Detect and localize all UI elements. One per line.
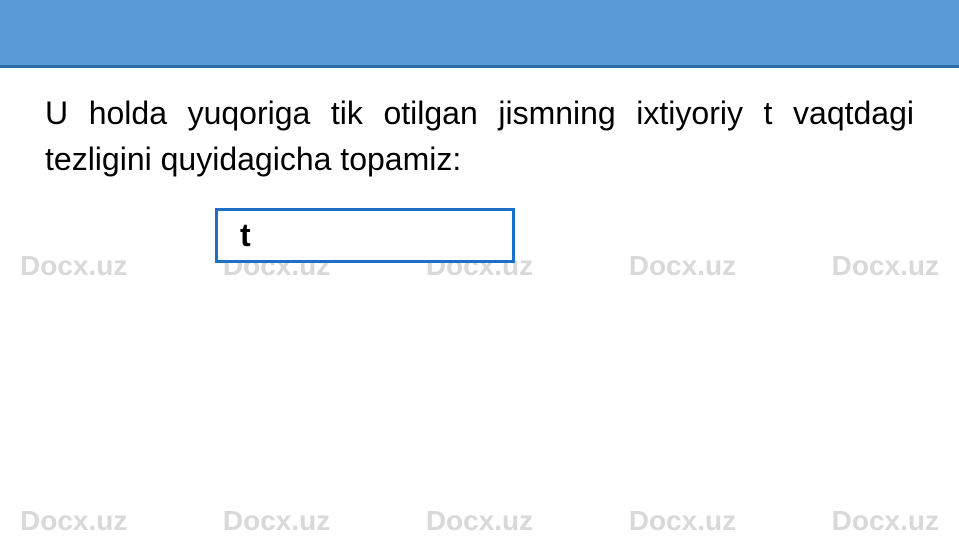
header-bar	[0, 0, 959, 68]
watermark-row: Docx.uz Docx.uz Docx.uz Docx.uz Docx.uz	[0, 505, 959, 537]
watermark-layer: Docx.uz Docx.uz Docx.uz Docx.uz Docx.uz …	[0, 0, 959, 553]
watermark-text: Docx.uz	[20, 250, 127, 282]
formula-content: t	[240, 217, 251, 254]
watermark-text: Docx.uz	[629, 250, 736, 282]
watermark-text: Docx.uz	[629, 505, 736, 537]
watermark-text: Docx.uz	[832, 250, 939, 282]
watermark-text: Docx.uz	[20, 505, 127, 537]
content-area: U holda yuqoriga tik otilgan jismning ix…	[45, 90, 914, 183]
watermark-text: Docx.uz	[832, 505, 939, 537]
watermark-text: Docx.uz	[223, 505, 330, 537]
main-paragraph: U holda yuqoriga tik otilgan jismning ix…	[45, 90, 914, 183]
formula-box: t	[215, 208, 515, 263]
watermark-text: Docx.uz	[426, 505, 533, 537]
